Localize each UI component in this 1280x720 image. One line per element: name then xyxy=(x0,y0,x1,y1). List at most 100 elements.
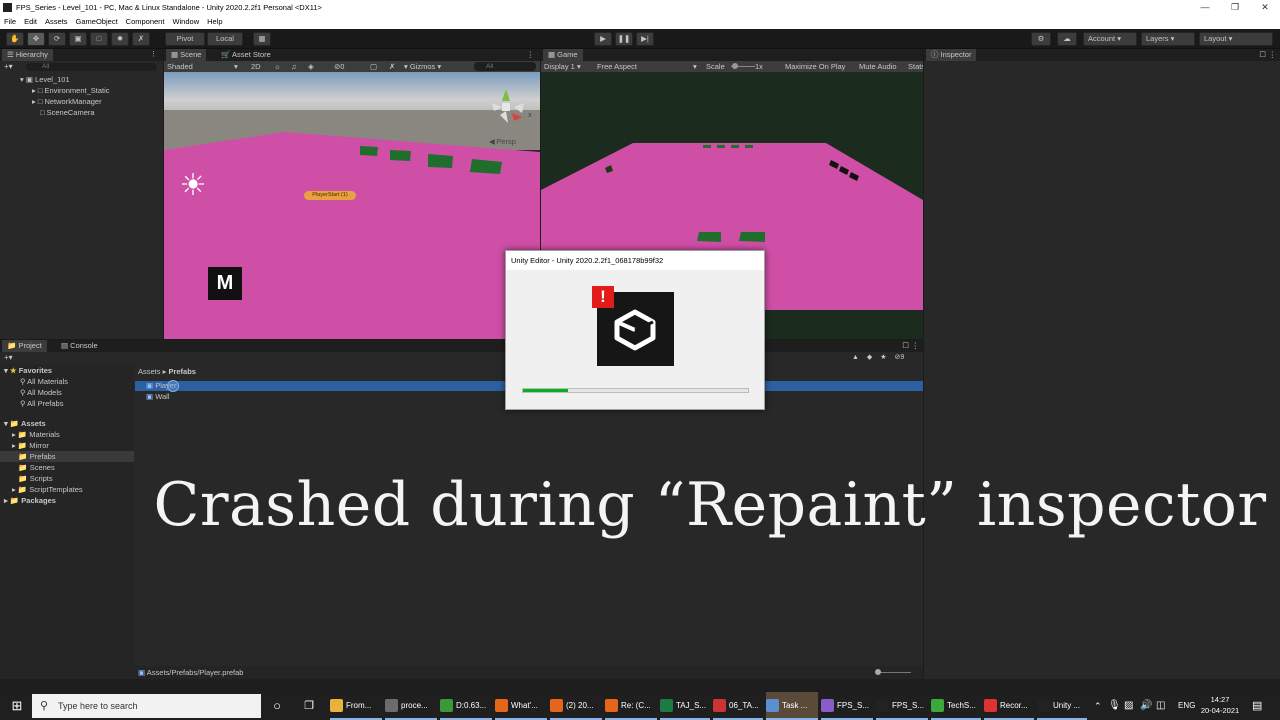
custom-tool-icon[interactable]: ✗ xyxy=(132,32,150,46)
play-button[interactable]: ▶ xyxy=(594,32,612,46)
hidden-count[interactable]: ⊘0 xyxy=(334,61,344,72)
local-toggle[interactable]: Local xyxy=(207,32,243,46)
tab-game[interactable]: ▦ Game xyxy=(543,49,583,61)
tab-inspector[interactable]: ⓘ Inspector xyxy=(926,49,977,61)
add-icon[interactable]: +▾ xyxy=(4,353,13,362)
step-button[interactable]: ▶| xyxy=(636,32,654,46)
taskbar-search-input[interactable]: ⚲ Type here to search xyxy=(32,694,261,718)
scene-search-input[interactable]: All xyxy=(474,62,536,71)
mute-audio-toggle[interactable]: Mute Audio xyxy=(859,61,897,72)
rotate-tool-icon[interactable]: ⟳ xyxy=(48,32,66,46)
clock[interactable]: 14:27 20-04-2021 xyxy=(1198,694,1242,716)
camera-icon[interactable]: ▢ xyxy=(370,61,377,72)
stats-toggle[interactable]: Stats xyxy=(908,61,923,72)
account-dropdown[interactable]: Account ▾ xyxy=(1083,32,1137,46)
menu-component[interactable]: Component xyxy=(122,15,169,29)
panel-menu-icon[interactable]: ⋮ xyxy=(912,340,920,352)
network-icon[interactable]: ▨ xyxy=(1124,692,1133,720)
scale-tool-icon[interactable]: ▣ xyxy=(69,32,87,46)
scene-gizmo-icon[interactable]: x xyxy=(486,87,536,129)
scale-slider-thumb[interactable] xyxy=(732,63,738,69)
hierarchy-item[interactable]: □ SceneCamera xyxy=(40,108,95,118)
effects-icon[interactable]: ◈ xyxy=(308,61,314,72)
audio-icon[interactable]: ♫ xyxy=(291,61,297,72)
taskbar-app-button[interactable]: TAJ_S... xyxy=(660,692,710,720)
favorites-item[interactable]: ⚲ All Models xyxy=(20,388,62,398)
maximize-on-play-toggle[interactable]: Maximize On Play xyxy=(785,61,845,72)
folder-item[interactable]: ▸ 📁 Materials xyxy=(12,430,60,440)
close-icon[interactable]: ✕ xyxy=(1250,0,1280,15)
hierarchy-item[interactable]: ▸ □ NetworkManager xyxy=(32,97,102,107)
menu-file[interactable]: File xyxy=(0,15,20,29)
breadcrumb-current[interactable]: Prefabs xyxy=(168,367,196,376)
panel-menu-icon[interactable]: ⋮ xyxy=(1269,49,1277,61)
taskbar-app-button[interactable]: Unity ... xyxy=(1037,692,1087,720)
taskbar-app-button[interactable]: proce... xyxy=(385,692,437,720)
minimize-icon[interactable]: — xyxy=(1190,0,1220,15)
notifications-icon[interactable]: ▤ xyxy=(1252,692,1262,720)
panel-menu-icon[interactable]: ⋮ xyxy=(150,49,157,61)
rect-tool-icon[interactable]: □ xyxy=(90,32,108,46)
hierarchy-root[interactable]: ▾ ▣ Level_101 xyxy=(20,75,70,85)
windows-start-icon[interactable]: ⊞ xyxy=(8,692,26,720)
taskbar-app-button[interactable]: Re: (C... xyxy=(605,692,657,720)
panel-menu-icon[interactable]: ⋮ xyxy=(527,49,535,61)
volume-icon[interactable]: 🔊 xyxy=(1140,692,1152,720)
hierarchy-search-input[interactable]: All xyxy=(26,63,157,71)
move-tool-icon[interactable]: ✥ xyxy=(27,32,45,46)
gizmos-dropdown[interactable]: ▾ Gizmos ▾ xyxy=(404,61,441,72)
menu-assets[interactable]: Assets xyxy=(41,15,72,29)
menu-gameobject[interactable]: GameObject xyxy=(72,15,122,29)
display-dropdown[interactable]: Display 1 ▾ xyxy=(544,61,581,72)
cortana-icon[interactable]: ○ xyxy=(270,692,284,720)
shading-dropdown[interactable]: Shaded xyxy=(167,61,193,72)
favorite-star-icon[interactable]: ★ xyxy=(880,354,886,361)
maximize-icon[interactable]: ❐ xyxy=(1220,0,1250,15)
taskbar-app-button[interactable]: FPS_S... xyxy=(876,692,928,720)
tab-scene[interactable]: ▦ Scene xyxy=(166,49,207,61)
pivot-toggle[interactable]: Pivot xyxy=(165,32,205,46)
filter-label-icon[interactable]: ◆ xyxy=(867,354,872,361)
collab-icon[interactable]: ⚙ xyxy=(1031,32,1051,46)
add-icon[interactable]: +▾ xyxy=(4,62,13,71)
lock-icon[interactable]: ☐ xyxy=(1259,49,1266,61)
taskbar-app-button[interactable]: Task ... xyxy=(766,692,818,720)
battery-icon[interactable]: ◫ xyxy=(1156,692,1165,720)
tab-console[interactable]: ▤ Console xyxy=(56,340,103,352)
lighting-icon[interactable]: ☼ xyxy=(274,61,281,72)
folder-item-selected[interactable]: 📁 Prefabs xyxy=(12,452,55,462)
icon-size-slider-thumb[interactable] xyxy=(875,669,881,675)
favorites-item[interactable]: ⚲ All Prefabs xyxy=(20,399,63,409)
taskbar-app-button[interactable]: What'... xyxy=(495,692,547,720)
tray-chevron-icon[interactable]: ⌃ xyxy=(1094,692,1102,720)
breadcrumb-root[interactable]: Assets xyxy=(138,367,161,376)
tab-asset-store[interactable]: 🛒 Asset Store xyxy=(216,49,276,61)
pause-button[interactable]: ❚❚ xyxy=(615,32,633,46)
favorites-item[interactable]: ⚲ All Materials xyxy=(20,377,68,387)
folder-item[interactable]: ▸ 📁 Mirror xyxy=(12,441,49,451)
microphone-icon[interactable]: 🎙 xyxy=(1108,692,1121,720)
layout-dropdown[interactable]: Layout ▾ xyxy=(1199,32,1273,46)
task-view-icon[interactable]: ❐ xyxy=(302,692,316,720)
filter-type-icon[interactable]: ▲ xyxy=(852,354,859,361)
cloud-icon[interactable]: ☁ xyxy=(1057,32,1077,46)
player-start-label[interactable]: PlayerStart (1) xyxy=(304,191,356,200)
assets-header[interactable]: ▾ 📁 Assets xyxy=(4,419,46,429)
menu-help[interactable]: Help xyxy=(203,15,226,29)
menu-window[interactable]: Window xyxy=(168,15,203,29)
grid-snap-icon[interactable]: ▦ xyxy=(253,32,271,46)
taskbar-app-button[interactable]: Recor... xyxy=(984,692,1034,720)
hierarchy-item[interactable]: ▸ □ Environment_Static xyxy=(32,86,110,96)
persp-label[interactable]: ◀ Persp xyxy=(489,137,516,146)
lock-icon[interactable]: ☐ xyxy=(902,340,909,352)
toggle-2d[interactable]: 2D xyxy=(251,61,261,72)
hand-tool-icon[interactable]: ✋ xyxy=(6,32,24,46)
file-item[interactable]: ▣ Wall xyxy=(146,392,170,402)
tools-icon[interactable]: ✗ xyxy=(389,61,395,72)
language-indicator[interactable]: ENG xyxy=(1178,692,1195,720)
aspect-dropdown[interactable]: Free Aspect ▾ xyxy=(597,61,702,72)
taskbar-app-button[interactable]: FPS_S... xyxy=(821,692,873,720)
directional-light-icon[interactable]: ☀ xyxy=(178,171,208,201)
taskbar-app-button[interactable]: (2) 20... xyxy=(550,692,602,720)
layers-dropdown[interactable]: Layers ▾ xyxy=(1141,32,1195,46)
